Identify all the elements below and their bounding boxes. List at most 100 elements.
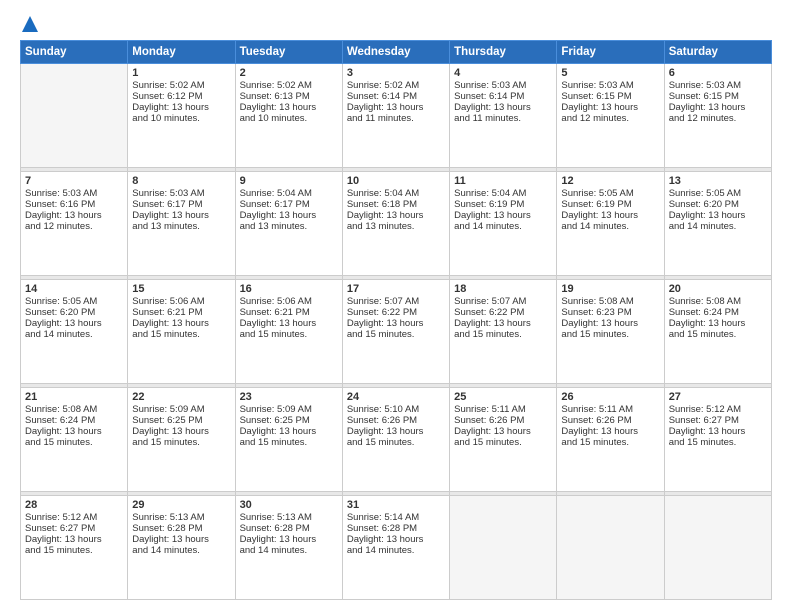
calendar-week-3: 14Sunrise: 5:05 AMSunset: 6:20 PM Dayligh… <box>21 280 772 384</box>
logo-icon <box>22 16 38 32</box>
day-number: 12 <box>561 175 659 187</box>
day-info-line: and 14 minutes. <box>669 221 767 232</box>
day-info-line: Sunrise: 5:12 AM <box>25 512 123 523</box>
day-info-line: Sunrise: 5:06 AM <box>240 296 338 307</box>
calendar-cell: 7Sunrise: 5:03 AMSunset: 6:16 PMDaylight… <box>21 172 128 276</box>
day-number: 23 <box>240 391 338 403</box>
calendar-cell: 8Sunrise: 5:03 AMSunset: 6:17 PMDaylight… <box>128 172 235 276</box>
day-number: 29 <box>132 499 230 511</box>
day-number: 31 <box>347 499 445 511</box>
calendar-cell: 16Sunrise: 5:06 AMSunset: 6:21 PMDayligh… <box>235 280 342 384</box>
day-info-line: Sunset: 6:25 PM <box>132 415 230 426</box>
day-info-line: and 14 minutes. <box>347 545 445 556</box>
day-info-line: and 15 minutes. <box>240 329 338 340</box>
day-info-line: Sunrise: 5:03 AM <box>454 80 552 91</box>
day-info-line: Sunrise: 5:05 AM <box>25 296 123 307</box>
day-info-line: Daylight: 13 hours <box>561 318 659 329</box>
day-info-line: Daylight: 13 hours <box>561 102 659 113</box>
calendar-cell: 6Sunrise: 5:03 AMSunset: 6:15 PMDaylight… <box>664 64 771 168</box>
day-info-line: Sunset: 6:28 PM <box>240 523 338 534</box>
calendar-header-friday: Friday <box>557 41 664 64</box>
day-number: 9 <box>240 175 338 187</box>
day-info-line: and 15 minutes. <box>240 437 338 448</box>
day-info-line: Daylight: 13 hours <box>132 102 230 113</box>
day-info-line: Sunset: 6:23 PM <box>561 307 659 318</box>
day-info-line: Daylight: 13 hours <box>25 426 123 437</box>
day-info-line: and 15 minutes. <box>454 329 552 340</box>
day-info-line: and 14 minutes. <box>454 221 552 232</box>
day-info-line: Sunrise: 5:09 AM <box>240 404 338 415</box>
day-info-line: Sunrise: 5:11 AM <box>561 404 659 415</box>
day-info-line: Sunset: 6:26 PM <box>561 415 659 426</box>
calendar-cell: 1Sunrise: 5:02 AMSunset: 6:12 PMDaylight… <box>128 64 235 168</box>
day-info-line: Daylight: 13 hours <box>347 534 445 545</box>
calendar-header-row: SundayMondayTuesdayWednesdayThursdayFrid… <box>21 41 772 64</box>
day-info-line: Daylight: 13 hours <box>669 210 767 221</box>
day-info-line: Sunrise: 5:09 AM <box>132 404 230 415</box>
logo <box>20 16 38 32</box>
day-info-line: Sunrise: 5:05 AM <box>561 188 659 199</box>
calendar-week-5: 28Sunrise: 5:12 AMSunset: 6:27 PMDayligh… <box>21 496 772 600</box>
calendar-cell: 23Sunrise: 5:09 AMSunset: 6:25 PMDayligh… <box>235 388 342 492</box>
calendar-header-sunday: Sunday <box>21 41 128 64</box>
calendar-cell: 5Sunrise: 5:03 AMSunset: 6:15 PMDaylight… <box>557 64 664 168</box>
day-number: 10 <box>347 175 445 187</box>
day-info-line: Daylight: 13 hours <box>561 210 659 221</box>
day-number: 18 <box>454 283 552 295</box>
day-info-line: Sunset: 6:27 PM <box>25 523 123 534</box>
calendar-cell: 18Sunrise: 5:07 AMSunset: 6:22 PMDayligh… <box>450 280 557 384</box>
day-number: 15 <box>132 283 230 295</box>
calendar-cell: 25Sunrise: 5:11 AMSunset: 6:26 PMDayligh… <box>450 388 557 492</box>
day-info-line: Daylight: 13 hours <box>669 426 767 437</box>
day-info-line: Sunset: 6:20 PM <box>25 307 123 318</box>
day-number: 24 <box>347 391 445 403</box>
day-info-line: Sunset: 6:17 PM <box>240 199 338 210</box>
day-info-line: Sunset: 6:15 PM <box>561 91 659 102</box>
day-info-line: Sunset: 6:19 PM <box>454 199 552 210</box>
day-info-line: Sunset: 6:16 PM <box>25 199 123 210</box>
day-info-line: and 15 minutes. <box>669 329 767 340</box>
day-info-line: Sunset: 6:22 PM <box>454 307 552 318</box>
calendar-cell: 20Sunrise: 5:08 AMSunset: 6:24 PMDayligh… <box>664 280 771 384</box>
calendar-cell: 11Sunrise: 5:04 AMSunset: 6:19 PMDayligh… <box>450 172 557 276</box>
day-info-line: Sunrise: 5:07 AM <box>347 296 445 307</box>
day-info-line: Sunset: 6:12 PM <box>132 91 230 102</box>
day-info-line: Sunrise: 5:04 AM <box>347 188 445 199</box>
day-info-line: and 13 minutes. <box>132 221 230 232</box>
calendar-header-monday: Monday <box>128 41 235 64</box>
day-info-line: Daylight: 13 hours <box>561 426 659 437</box>
day-info-line: Sunrise: 5:04 AM <box>240 188 338 199</box>
day-number: 14 <box>25 283 123 295</box>
calendar-cell: 22Sunrise: 5:09 AMSunset: 6:25 PMDayligh… <box>128 388 235 492</box>
calendar-cell: 26Sunrise: 5:11 AMSunset: 6:26 PMDayligh… <box>557 388 664 492</box>
day-info-line: Daylight: 13 hours <box>132 318 230 329</box>
calendar-cell <box>557 496 664 600</box>
day-info-line: Daylight: 13 hours <box>347 318 445 329</box>
day-number: 6 <box>669 67 767 79</box>
calendar-cell: 15Sunrise: 5:06 AMSunset: 6:21 PMDayligh… <box>128 280 235 384</box>
day-info-line: Daylight: 13 hours <box>454 426 552 437</box>
day-info-line: and 12 minutes. <box>25 221 123 232</box>
day-info-line: Sunrise: 5:13 AM <box>132 512 230 523</box>
calendar-cell: 19Sunrise: 5:08 AMSunset: 6:23 PMDayligh… <box>557 280 664 384</box>
day-info-line: Daylight: 13 hours <box>669 102 767 113</box>
day-info-line: and 15 minutes. <box>561 329 659 340</box>
day-info-line: Daylight: 13 hours <box>347 210 445 221</box>
day-info-line: and 15 minutes. <box>25 545 123 556</box>
day-number: 25 <box>454 391 552 403</box>
day-info-line: Sunrise: 5:02 AM <box>347 80 445 91</box>
calendar-week-1: 1Sunrise: 5:02 AMSunset: 6:12 PMDaylight… <box>21 64 772 168</box>
day-info-line: and 15 minutes. <box>669 437 767 448</box>
day-info-line: Sunset: 6:26 PM <box>454 415 552 426</box>
day-number: 7 <box>25 175 123 187</box>
calendar-header-tuesday: Tuesday <box>235 41 342 64</box>
day-info-line: and 11 minutes. <box>347 113 445 124</box>
day-info-line: Sunset: 6:24 PM <box>669 307 767 318</box>
day-info-line: Sunrise: 5:11 AM <box>454 404 552 415</box>
day-info-line: Sunrise: 5:03 AM <box>25 188 123 199</box>
calendar-cell: 2Sunrise: 5:02 AMSunset: 6:13 PMDaylight… <box>235 64 342 168</box>
day-info-line: and 15 minutes. <box>347 437 445 448</box>
page: SundayMondayTuesdayWednesdayThursdayFrid… <box>0 0 792 612</box>
day-info-line: Sunrise: 5:08 AM <box>669 296 767 307</box>
calendar-cell: 14Sunrise: 5:05 AMSunset: 6:20 PMDayligh… <box>21 280 128 384</box>
